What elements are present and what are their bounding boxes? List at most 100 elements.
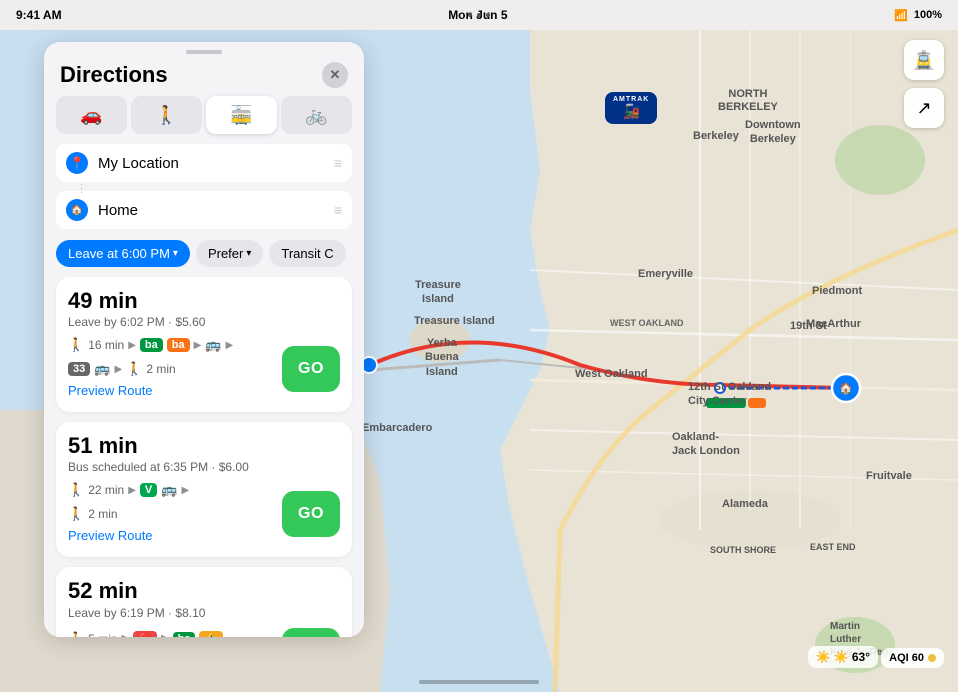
bus-icon-1: 🚌 [205,337,221,353]
panel-title: Directions [60,62,168,88]
label-west-oakland-cap: WEST OAKLAND [610,318,684,328]
route1-steps: 🚶 16 min ▶ ba ba ▶ 🚌 ▶ [68,337,282,353]
svg-text:🏠: 🏠 [839,382,853,395]
route1-steps2: 33 🚌 ▶ 🚶 2 min [68,361,282,377]
prefer-btn[interactable]: Prefer ▾ [196,240,263,267]
tab-drive[interactable]: 🚗 [56,96,127,134]
dest-drag-handle: ≡ [334,202,342,218]
status-bar: 9:41 AM Mon Jun 5 📶 100% [0,0,958,30]
tab-bike[interactable]: 🚲 [281,96,352,134]
origin-icon: 📍 [66,152,88,174]
label-treasure-island2: Treasure Island [414,315,495,327]
bart-badge-1a: ba [140,338,163,352]
badge-red: 🔴 [133,631,157,637]
walk-icon-4: 🚶 [68,506,84,522]
label-treasure-island: TreasureIsland [415,278,461,307]
route2-walk-time: 22 min [88,483,124,497]
aqi-badge: AQI 60 [881,648,944,668]
tab-transit[interactable]: 🚋 [206,96,277,134]
route-card-1: 49 min Leave by 6:02 PM · $5.60 🚶 16 min… [56,277,352,412]
temperature-value: ☀️ 63° [834,650,870,664]
route1-walk2: 2 min [146,362,175,376]
bart-badge-1b: ba [167,338,190,352]
dots-indicator [468,0,490,30]
battery-icon: 100% [914,9,942,21]
temperature-badge: ☀️ ☀️ 63° [808,646,878,668]
dest-label: Home [98,202,324,219]
route2-steps2: 🚶 2 min [68,506,282,522]
arrow-icon-5: ▶ [128,485,136,496]
arrow-icon-7: ▶ [122,633,130,637]
go-btn-3[interactable]: GO [282,628,340,637]
prefer-chevron-icon: ▾ [246,248,251,259]
badge-33: 33 [68,362,90,376]
preview-route-2-btn[interactable]: Preview Route [68,526,153,545]
tab-walk[interactable]: 🚶 [131,96,202,134]
route3-steps: 🚶 5 min ▶ 🔴 ▶ ba ⚠️ [68,631,282,637]
walk-icon: 🚶 [68,337,84,353]
wifi-icon: 📶 [894,9,908,22]
route3-row: 🚶 5 min ▶ 🔴 ▶ ba ⚠️ 🚌 ▶ 33 🚌 ▶ [68,628,340,637]
transit-control-btn[interactable]: 🚊 [904,40,944,80]
route1-time: 49 min [68,289,340,313]
label-12th-st: 12th St OaklandCity Center [688,380,771,409]
aqi-dot [928,654,936,662]
badge-green-2: ba [173,632,196,637]
badge-warn: ⚠️ [199,631,223,637]
route-card-3: 52 min Leave by 6:19 PM · $8.10 🚶 5 min … [56,567,352,637]
home-indicator [419,680,539,684]
aqi-label: AQI 60 [889,652,924,664]
label-emeryville: Emeryville [638,268,693,280]
routes-container: 49 min Leave by 6:02 PM · $5.60 🚶 16 min… [44,277,364,637]
walk-icon-2: 🚶 [126,361,142,377]
label-embarcadero: Embarcadero [362,422,432,434]
label-fruitvale: Fruitvale [866,470,912,482]
origin-drag-handle: ≡ [334,155,342,171]
bus-icon-3: 🚌 [161,482,177,498]
arrow-icon-3: ▶ [226,340,234,351]
label-east-end: EAST END [810,542,856,552]
label-oakland-jack: Oakland-Jack London [672,430,740,459]
label-piedmont: Piedmont [812,285,862,297]
preview-route-1-btn[interactable]: Preview Route [68,381,153,400]
route2-walk2: 2 min [88,507,117,521]
arrow-icon-6: ▶ [181,485,189,496]
status-right-icons: 📶 100% [894,9,942,22]
route3-time: 52 min [68,579,340,603]
route3-walk-time: 5 min [88,632,117,637]
route2-steps: 🚶 22 min ▶ V 🚌 ▶ [68,482,282,498]
origin-waypoint[interactable]: 📍 My Location ≡ [56,144,352,182]
transit-options-btn[interactable]: Transit C [269,240,345,267]
dest-waypoint[interactable]: 🏠 Home ≡ [56,191,352,229]
panel-header: Directions ✕ [44,58,364,96]
route2-details: Bus scheduled at 6:35 PM · $6.00 [68,460,340,474]
route1-walk-time: 16 min [88,338,124,352]
close-button[interactable]: ✕ [322,62,348,88]
label-downtown-berkeley: DowntownBerkeley [745,118,801,147]
label-south-shore: SOUTH SHORE [710,545,776,555]
route1-details: Leave by 6:02 PM · $5.60 [68,315,340,329]
go-btn-1[interactable]: GO [282,346,340,392]
amtrak-badge: AMTRAK 🚂 [605,92,657,124]
walk-icon-3: 🚶 [68,482,84,498]
bus-icon-2: 🚌 [94,361,110,377]
route2-time: 51 min [68,434,340,458]
leave-time-btn[interactable]: Leave at 6:00 PM ▾ [56,240,190,267]
arrow-icon-8: ▶ [161,633,169,637]
label-macarthur: MacArthur [806,318,861,330]
waypoints: 📍 My Location ≡ ⋮ 🏠 Home ≡ [44,144,364,240]
origin-label: My Location [98,155,324,172]
label-west-oakland: West Oakland [575,368,648,380]
directions-panel: Directions ✕ 🚗 🚶 🚋 🚲 📍 My Location ≡ ⋮ 🏠… [44,42,364,637]
go-btn-2[interactable]: GO [282,491,340,537]
location-control-btn[interactable]: ↗ [904,88,944,128]
label-north-berkeley: NORTHBERKELEY [718,88,778,114]
route1-row: 🚶 16 min ▶ ba ba ▶ 🚌 ▶ 33 🚌 ▶ 🚶 [68,337,340,400]
arrow-icon-2: ▶ [194,340,202,351]
filter-bar: Leave at 6:00 PM ▾ Prefer ▾ Transit C [44,240,364,277]
status-time: 9:41 AM [16,8,62,22]
walk-icon-5: 🚶 [68,631,84,637]
label-berkeley: Berkeley [693,130,739,142]
route2-row: 🚶 22 min ▶ V 🚌 ▶ 🚶 2 min Preview Route G… [68,482,340,545]
badge-v: V [140,483,157,497]
